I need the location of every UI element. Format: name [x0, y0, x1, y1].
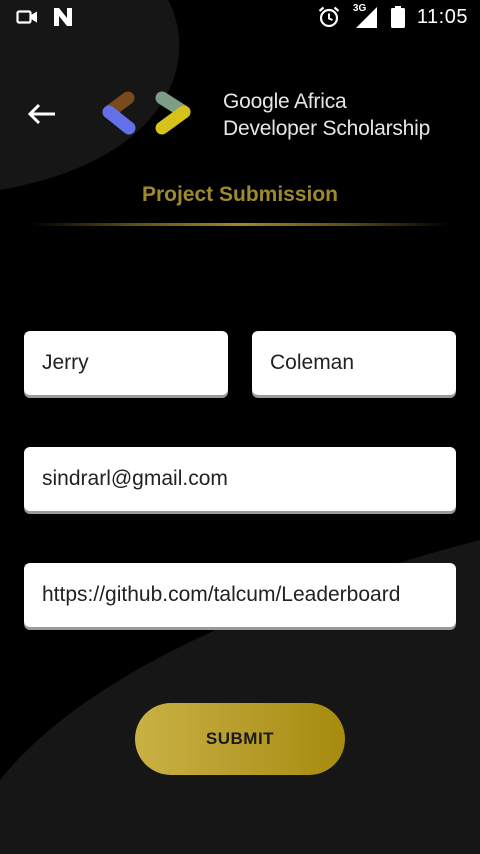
video-camera-icon — [16, 10, 37, 24]
logo-line-2: Developer Scholarship — [223, 117, 431, 140]
page-title: Project Submission — [141, 183, 339, 206]
alarm-icon — [318, 6, 340, 28]
submit-button[interactable]: SUBMIT — [135, 703, 345, 775]
arrow-left-icon — [27, 103, 55, 125]
status-bar: 3G 11:05 — [0, 0, 480, 36]
last-name-field[interactable]: Coleman — [252, 331, 456, 395]
logo-wordmark: Google Africa Developer Scholarship — [223, 88, 430, 142]
gads-logo-icon — [102, 91, 191, 135]
submission-screen: 3G 11:05 Google Africa Developer Scholar… — [0, 0, 480, 854]
battery-icon — [390, 6, 405, 28]
logo-line-1: Google Africa — [223, 90, 347, 113]
first-name-field[interactable]: Jerry — [24, 331, 228, 395]
status-time: 11:05 — [416, 5, 468, 28]
email-field[interactable]: sindrarl@gmail.com — [24, 447, 456, 511]
n-notification-icon — [54, 8, 72, 26]
signal-indicator: 3G — [353, 3, 379, 29]
back-button[interactable] — [24, 96, 60, 132]
github-link-field[interactable]: https://github.com/talcum/Leaderboard — [24, 563, 456, 627]
title-divider — [30, 223, 450, 226]
signal-icon — [355, 7, 377, 28]
